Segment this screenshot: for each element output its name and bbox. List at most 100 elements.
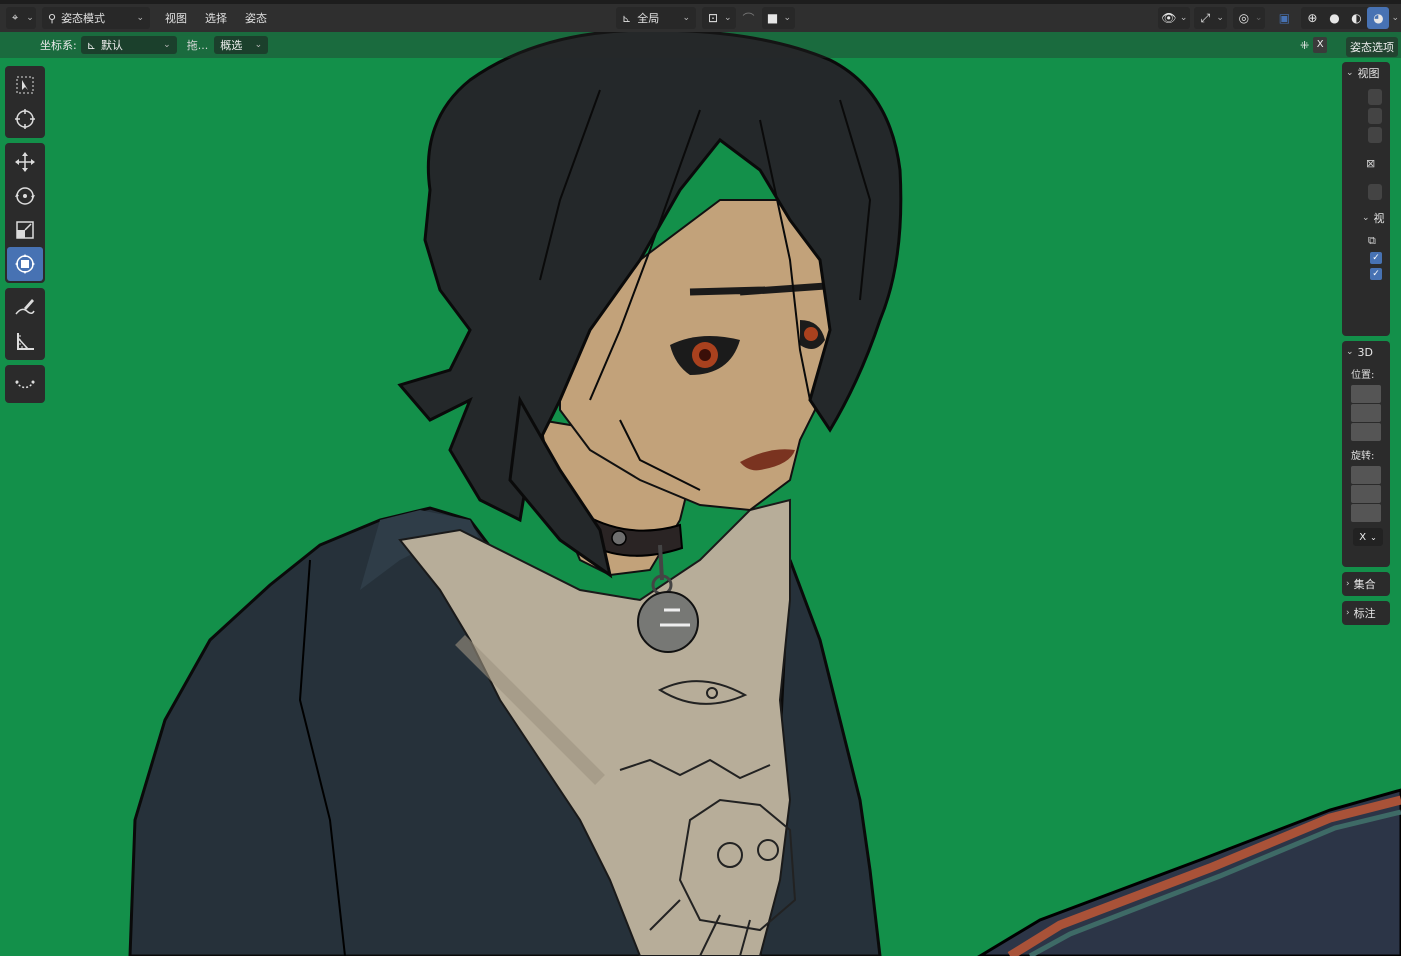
orientation-label: 全局: [637, 12, 660, 25]
editor-type-button[interactable]: ⌖ ⌄: [6, 7, 36, 29]
rotate-icon[interactable]: [7, 179, 43, 213]
chevron-down-icon: ⌄: [254, 40, 263, 50]
view-sub-title: 视: [1373, 212, 1385, 225]
rendered-shading-icon[interactable]: ◕: [1367, 7, 1390, 29]
chevron-right-icon: ›: [1346, 608, 1350, 618]
chevron-down-icon: ⌄: [136, 13, 144, 23]
xray-icon[interactable]: ▣: [1273, 7, 1295, 29]
3d-cursor-panel: ⌄ 3D 位置: 旋转: X ⌄: [1342, 341, 1390, 567]
menu-view[interactable]: 视图: [156, 7, 196, 29]
transform-icon[interactable]: [7, 247, 43, 281]
proportional-edit-dropdown[interactable]: ■ ⌄: [761, 7, 796, 29]
rotation-x-field[interactable]: [1351, 466, 1381, 484]
wireframe-shading-icon[interactable]: ⊕: [1301, 7, 1323, 29]
axis-lock: ⁜ X: [1300, 37, 1328, 53]
3d-panel-header[interactable]: ⌄ 3D: [1346, 344, 1386, 360]
chevron-down-icon: ⌄: [26, 13, 34, 23]
overlays-dropdown[interactable]: ◎ ⌄: [1232, 7, 1266, 29]
view-sub-header[interactable]: ⌄ 视: [1346, 210, 1386, 226]
chevron-down-icon: ⌄: [1370, 532, 1377, 542]
axis-x-toggle[interactable]: X: [1313, 37, 1328, 53]
chevron-down-icon: ⌄: [1179, 13, 1188, 23]
scale-icon[interactable]: [7, 213, 43, 247]
select-mode-dropdown[interactable]: 概选 ⌄: [214, 36, 269, 54]
annotation-title: 标注: [1353, 607, 1376, 620]
viewport-header: ⌖ ⌄ ⚲ 姿态模式 ⌄ 视图 选择 姿态 ⊾ 全局 ⌄ ⊡ ⌄ ⌒ ■ ⌄ 👁…: [0, 0, 1401, 32]
select-box-icon[interactable]: [7, 68, 43, 102]
checkbox[interactable]: ✓: [1370, 252, 1382, 264]
tool-settings-bar: 坐标系: ⊾ 默认 ⌄ 拖... 概选 ⌄: [0, 32, 1401, 58]
chevron-down-icon: ⌄: [1254, 13, 1263, 23]
tool-shelf: [5, 66, 45, 408]
square-icon: ■: [766, 11, 779, 25]
editor-type-icon: ⌖: [12, 11, 19, 24]
chevron-down-icon: ⌄: [724, 13, 732, 23]
orientation-label: 坐标系:: [40, 39, 77, 52]
rotation-y-field[interactable]: [1351, 485, 1381, 503]
mirror-icon[interactable]: ⁜: [1300, 39, 1309, 52]
3d-panel-title: 3D: [1357, 345, 1374, 359]
select-mode-value: 概选: [220, 39, 243, 52]
gizmo-dropdown[interactable]: ⤢ ⌄: [1194, 7, 1227, 29]
view-field[interactable]: [1368, 89, 1382, 105]
chevron-down-icon: ⌄: [1362, 213, 1370, 223]
view-panel: ⌄ 视图 ⊠ ⌄ 视 ⧉ ✓ ✓: [1342, 62, 1390, 336]
axes-icon: ⊾: [86, 38, 96, 52]
sidebar-n-panel: ⌄ 视图 ⊠ ⌄ 视 ⧉ ✓ ✓ ⌄ 3D 位置: 旋转: X ⌄ › 集合 ›…: [1342, 62, 1390, 630]
move-icon[interactable]: [7, 145, 43, 179]
shading-group: ⊕ ● ◐ ◕: [1301, 7, 1390, 29]
rotation-mode-dropdown[interactable]: X ⌄: [1353, 528, 1383, 546]
location-y-field[interactable]: [1351, 404, 1381, 422]
chevron-down-icon: ⌄: [783, 13, 792, 23]
rotation-z-field[interactable]: [1351, 504, 1381, 522]
cursor-icon[interactable]: [7, 102, 43, 136]
rotation-mode-value: X: [1359, 531, 1367, 543]
pose-options-button[interactable]: 姿态选项: [1346, 37, 1398, 57]
material-shading-icon[interactable]: ◐: [1345, 7, 1367, 29]
menu-pose[interactable]: 姿态: [236, 7, 276, 29]
location-x-field[interactable]: [1351, 385, 1381, 403]
character-render: [128, 32, 1401, 956]
chevron-down-icon: ⌄: [682, 13, 690, 23]
chevron-down-icon: ⌄: [1216, 13, 1224, 23]
collection-title: 集合: [1353, 578, 1376, 591]
lock-camera-icon[interactable]: ⊠: [1366, 157, 1386, 170]
relax-icon[interactable]: [7, 367, 43, 401]
eye-icon: 👁: [1161, 11, 1177, 25]
location-z-field[interactable]: [1351, 423, 1381, 441]
snap-icon[interactable]: ⌒: [738, 7, 760, 29]
annotation-panel[interactable]: › 标注: [1342, 601, 1390, 625]
annotate-icon[interactable]: [7, 290, 43, 324]
gizmo-icon: ⤢: [1200, 10, 1211, 25]
mode-label: 姿态模式: [61, 12, 106, 25]
visibility-dropdown[interactable]: 👁 ⌄: [1157, 7, 1191, 29]
pivot-point-dropdown[interactable]: ⊡ ⌄: [702, 7, 736, 29]
view-field[interactable]: [1368, 108, 1382, 124]
3d-viewport[interactable]: [0, 32, 1401, 956]
solid-shading-icon[interactable]: ●: [1323, 7, 1345, 29]
chevron-down-icon: ⌄: [163, 40, 171, 50]
collection-panel[interactable]: › 集合: [1342, 572, 1390, 596]
view-panel-title: 视图: [1357, 67, 1380, 80]
pivot-icon: ⊡: [707, 11, 719, 25]
camera-icon[interactable]: ⧉: [1368, 234, 1386, 248]
orientation-value: 默认: [100, 39, 123, 52]
checkbox[interactable]: ✓: [1370, 268, 1382, 280]
chevron-down-icon: ⌄: [1346, 68, 1354, 78]
mode-dropdown[interactable]: ⚲ 姿态模式 ⌄: [42, 7, 150, 29]
chevron-down-icon: ⌄: [1346, 347, 1354, 357]
view-field[interactable]: [1368, 127, 1382, 143]
orientation-dropdown[interactable]: ⊾ 默认 ⌄: [80, 36, 177, 54]
location-label: 位置:: [1351, 370, 1375, 381]
measure-icon[interactable]: [7, 324, 43, 358]
view-panel-header[interactable]: ⌄ 视图: [1346, 65, 1386, 81]
rotation-label: 旋转:: [1351, 451, 1375, 462]
chevron-right-icon: ›: [1346, 579, 1350, 589]
overlays-icon: ◎: [1238, 11, 1250, 25]
axes-icon: ⊾: [622, 11, 632, 25]
menu-select[interactable]: 选择: [196, 7, 236, 29]
chevron-down-icon[interactable]: ⌄: [1391, 13, 1399, 23]
transform-orientation-dropdown[interactable]: ⊾ 全局 ⌄: [616, 7, 696, 29]
view-field[interactable]: [1368, 184, 1382, 200]
drag-label: 拖...: [186, 39, 209, 52]
